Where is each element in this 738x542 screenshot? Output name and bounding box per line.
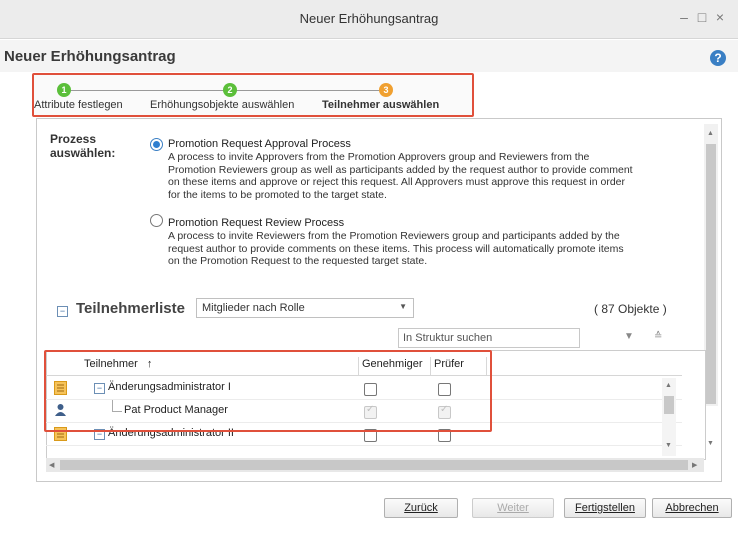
column-separator[interactable] xyxy=(430,357,431,375)
back-button[interactable]: Zurück xyxy=(384,498,458,518)
approval-process-title[interactable]: Promotion Request Approval Process xyxy=(168,138,351,150)
tree-search-input[interactable]: In Struktur suchen xyxy=(398,328,580,348)
chevron-down-icon: ▼ xyxy=(399,302,407,311)
desc-line: on these items and approve or reject thi… xyxy=(168,176,625,188)
desc-line: A process to invite Reviewers from the P… xyxy=(168,230,620,242)
tree-collapse-icon[interactable]: − xyxy=(94,429,105,440)
sort-asc-icon[interactable]: ↑ xyxy=(147,358,153,370)
back-label: Zurück xyxy=(404,502,438,514)
participant-name: Änderungsadministrator I xyxy=(108,381,231,393)
finish-button[interactable]: Fertigstellen xyxy=(564,498,646,518)
reviewer-checkbox xyxy=(438,404,451,419)
participant-name: Pat Product Manager xyxy=(124,404,228,416)
desc-line: for the items to be promoted to the targ… xyxy=(168,188,387,201)
close-icon[interactable]: × xyxy=(712,9,728,25)
review-process-radio[interactable] xyxy=(150,214,163,227)
participant-list-title: Teilnehmerliste xyxy=(76,300,185,317)
step-1-label[interactable]: Attribute festlegen xyxy=(34,99,123,111)
column-separator[interactable] xyxy=(486,357,487,375)
approver-checkbox[interactable] xyxy=(364,429,377,442)
tree-line xyxy=(112,411,122,412)
approver-checkbox xyxy=(364,404,377,419)
scroll-down-icon[interactable]: ▼ xyxy=(665,442,672,449)
user-icon xyxy=(55,404,66,416)
window-title: Neuer Erhöhungsantrag xyxy=(299,11,439,26)
process-label-line1: Prozess xyxy=(50,132,97,146)
reviewer-checkbox[interactable] xyxy=(438,429,451,442)
step-3-icon[interactable]: 3 xyxy=(379,83,393,97)
help-icon[interactable]: ? xyxy=(710,50,726,66)
desc-line: request author to provide comments on th… xyxy=(168,242,624,255)
process-label-line2: auswählen: xyxy=(50,146,116,160)
step-3-label[interactable]: Teilnehmer auswählen xyxy=(322,99,439,111)
column-separator[interactable] xyxy=(358,357,359,375)
panel-scrollbar[interactable]: ▲ xyxy=(704,124,718,406)
scroll-up-icon[interactable]: ▲ xyxy=(665,382,672,389)
maximize-icon[interactable]: □ xyxy=(694,9,710,25)
step-connector xyxy=(230,90,386,91)
col-approver[interactable]: Genehmiger xyxy=(362,358,423,370)
review-process-desc: A process to invite Reviewers from the P… xyxy=(168,230,624,268)
approver-checkbox[interactable] xyxy=(364,383,377,396)
col-participant-label: Teilnehmer xyxy=(84,358,138,370)
scroll-left-icon[interactable]: ◀ xyxy=(49,461,54,469)
group-icon xyxy=(54,427,67,441)
finish-label: Fertigstellen xyxy=(575,502,635,514)
scroll-up-icon[interactable]: ▲ xyxy=(707,130,714,137)
step-1-icon[interactable]: 1 xyxy=(57,83,71,97)
dialog-title: Neuer Erhöhungsantrag xyxy=(4,48,176,65)
col-reviewer[interactable]: Prüfer xyxy=(434,358,464,370)
next-button: Weiter xyxy=(472,498,554,518)
scrollbar-thumb[interactable] xyxy=(706,144,716,404)
grid-header: Teilnehmer ↑ Genehmiger Prüfer xyxy=(46,355,682,376)
table-row[interactable]: − Änderungsadministrator I xyxy=(46,377,682,400)
role-filter-value: Mitglieder nach Rolle xyxy=(202,302,305,314)
minimize-icon[interactable]: – xyxy=(676,9,692,25)
dialog-header: Neuer Erhöhungsantrag xyxy=(0,40,738,72)
hscrollbar-thumb[interactable] xyxy=(60,460,688,470)
step-2-icon[interactable]: 2 xyxy=(223,83,237,97)
desc-line: Promotion Reviewers group as well as par… xyxy=(168,163,633,176)
desc-line: A process to invite Approvers from the P… xyxy=(168,151,590,163)
search-placeholder: In Struktur suchen xyxy=(403,332,493,344)
collapse-icon[interactable]: − xyxy=(57,306,68,317)
scroll-right-icon[interactable]: ▶ xyxy=(692,461,697,469)
filter-icon[interactable]: ▼ xyxy=(624,331,634,342)
col-participant[interactable]: Teilnehmer ↑ xyxy=(84,358,152,370)
participant-name: Änderungsadministrator II xyxy=(108,427,234,439)
approval-process-radio[interactable] xyxy=(150,138,163,151)
approval-process-desc: A process to invite Approvers from the P… xyxy=(168,151,633,201)
object-count: ( 87 Objekte ) xyxy=(594,302,667,316)
cancel-button[interactable]: Abbrechen xyxy=(652,498,732,518)
tree-collapse-icon[interactable]: − xyxy=(94,383,105,394)
reviewer-checkbox[interactable] xyxy=(438,383,451,396)
grid-scrollbar[interactable]: ▲ ▼ xyxy=(662,378,676,456)
wizard-steps: 1 2 3 Attribute festlegen Erhöhungsobjek… xyxy=(32,73,474,117)
scrollbar-thumb[interactable] xyxy=(664,396,674,414)
role-filter-select[interactable]: Mitglieder nach Rolle ▼ xyxy=(196,298,414,318)
group-icon xyxy=(54,381,67,395)
scroll-down-icon[interactable]: ▼ xyxy=(707,440,714,447)
step-connector xyxy=(64,90,230,91)
step-2-label[interactable]: Erhöhungsobjekte auswählen xyxy=(150,99,294,111)
grid-hscrollbar[interactable]: ◀ ▶ xyxy=(46,458,704,472)
window-titlebar: Neuer Erhöhungsantrag – □ × xyxy=(0,0,738,39)
expand-all-icon[interactable]: ≙ xyxy=(654,331,662,342)
table-row[interactable]: Pat Product Manager xyxy=(46,400,682,423)
tree-line xyxy=(112,400,113,411)
table-row[interactable]: − Änderungsadministrator II xyxy=(46,423,682,446)
cancel-label: Abbrechen xyxy=(665,502,719,514)
process-label: Prozess auswählen: xyxy=(50,132,115,160)
review-process-title[interactable]: Promotion Request Review Process xyxy=(168,217,344,229)
desc-line: on the Promotion Request to the requeste… xyxy=(168,255,428,267)
next-label: Weiter xyxy=(497,502,529,514)
